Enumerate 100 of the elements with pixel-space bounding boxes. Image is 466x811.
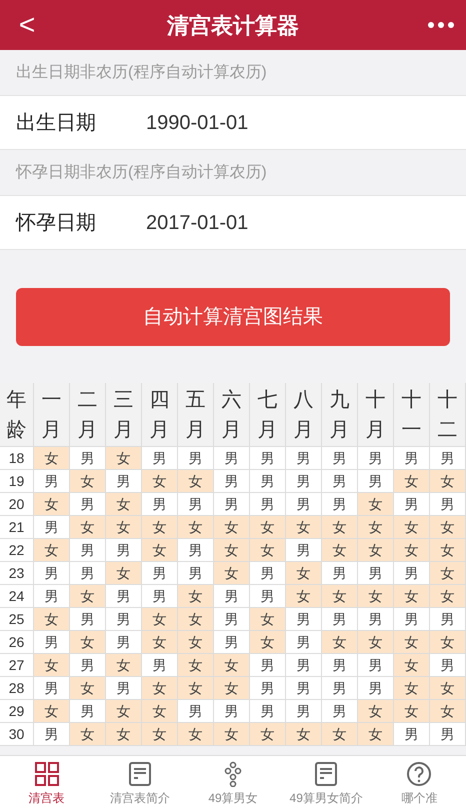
table-cell: 男 bbox=[214, 608, 250, 631]
table-cell: 男 bbox=[214, 470, 250, 493]
age-cell: 24 bbox=[0, 585, 34, 608]
column-header: 十月 bbox=[366, 388, 386, 442]
table-cell: 女 bbox=[106, 516, 142, 539]
column-header: 四月 bbox=[150, 388, 170, 442]
table-cell: 女 bbox=[322, 516, 358, 539]
table-cell: 男 bbox=[250, 700, 286, 723]
table-cell: 女 bbox=[250, 723, 286, 746]
table-cell: 男 bbox=[394, 723, 430, 746]
table-cell: 女 bbox=[358, 700, 394, 723]
table-cell: 女 bbox=[178, 677, 214, 700]
table-cell: 男 bbox=[106, 539, 142, 562]
table-cell: 男 bbox=[322, 700, 358, 723]
tab-item[interactable]: 清宫表 bbox=[0, 756, 94, 811]
tab-item[interactable]: 清宫表简介 bbox=[93, 756, 186, 811]
table-cell: 女 bbox=[70, 585, 106, 608]
table-cell: 女 bbox=[286, 562, 322, 585]
table-cell: 女 bbox=[178, 516, 214, 539]
table-cell: 男 bbox=[34, 562, 70, 585]
page-title: 清宫表计算器 bbox=[167, 12, 299, 40]
table-cell: 男 bbox=[322, 608, 358, 631]
table-cell: 女 bbox=[250, 516, 286, 539]
table-cell: 男 bbox=[358, 470, 394, 493]
table-cell: 女 bbox=[358, 585, 394, 608]
table-cell: 男 bbox=[250, 654, 286, 677]
field-label: 出生日期 bbox=[16, 110, 97, 136]
table-cell: 男 bbox=[286, 654, 322, 677]
table-cell: 男 bbox=[430, 608, 466, 631]
table-cell: 男 bbox=[142, 447, 178, 470]
tab-item[interactable]: 49算男女 bbox=[186, 756, 280, 811]
table-cell: 女 bbox=[34, 608, 70, 631]
field-label: 怀孕日期 bbox=[16, 210, 97, 236]
table-cell: 男 bbox=[142, 493, 178, 516]
table-cell: 男 bbox=[70, 539, 106, 562]
tab-item[interactable]: 哪个准 bbox=[372, 756, 466, 811]
table-cell: 男 bbox=[142, 585, 178, 608]
column-header: 十二 bbox=[438, 388, 458, 442]
table-cell: 男 bbox=[178, 539, 214, 562]
date-field[interactable]: 出生日期 1990-01-01 bbox=[0, 95, 466, 150]
table-cell: 男 bbox=[34, 516, 70, 539]
age-cell: 23 bbox=[0, 562, 34, 585]
back-button[interactable]: < bbox=[12, 11, 42, 39]
age-cell: 29 bbox=[0, 700, 34, 723]
table-cell: 女 bbox=[106, 723, 142, 746]
table-cell: 男 bbox=[322, 562, 358, 585]
table-cell: 女 bbox=[142, 677, 178, 700]
table-cell: 男 bbox=[250, 677, 286, 700]
table-cell: 女 bbox=[106, 493, 142, 516]
table-cell: 男 bbox=[358, 608, 394, 631]
document-icon bbox=[313, 760, 340, 786]
section-note: 怀孕日期非农历(程序自动计算农历) bbox=[14, 162, 268, 182]
table-cell: 男 bbox=[286, 539, 322, 562]
table-cell: 女 bbox=[430, 585, 466, 608]
table-cell: 男 bbox=[142, 562, 178, 585]
age-cell: 19 bbox=[0, 470, 34, 493]
age-cell: 27 bbox=[0, 654, 34, 677]
table-cell: 男 bbox=[358, 677, 394, 700]
table-cell: 男 bbox=[322, 447, 358, 470]
table-cell: 女 bbox=[70, 470, 106, 493]
table-cell: 女 bbox=[250, 608, 286, 631]
table-cell: 女 bbox=[394, 539, 430, 562]
column-header: 二月 bbox=[78, 388, 98, 442]
date-field[interactable]: 怀孕日期 2017-01-01 bbox=[0, 195, 466, 250]
table-cell: 女 bbox=[178, 608, 214, 631]
tab-item[interactable]: 49算男女简介 bbox=[280, 756, 373, 811]
table-cell: 男 bbox=[430, 654, 466, 677]
table-cell: 男 bbox=[142, 654, 178, 677]
table-cell: 男 bbox=[394, 493, 430, 516]
table-cell: 女 bbox=[106, 654, 142, 677]
age-cell: 26 bbox=[0, 631, 34, 654]
table-cell: 女 bbox=[358, 631, 394, 654]
table-cell: 男 bbox=[250, 447, 286, 470]
table-cell: 女 bbox=[394, 516, 430, 539]
table-cell: 男 bbox=[34, 723, 70, 746]
column-header: 七月 bbox=[258, 388, 278, 442]
table-cell: 女 bbox=[214, 654, 250, 677]
table-cell: 女 bbox=[178, 723, 214, 746]
table-cell: 女 bbox=[430, 539, 466, 562]
table-cell: 男 bbox=[178, 562, 214, 585]
table-cell: 女 bbox=[214, 677, 250, 700]
table-cell: 男 bbox=[70, 700, 106, 723]
table-cell: 女 bbox=[394, 700, 430, 723]
document-icon bbox=[126, 760, 153, 786]
table-cell: 男 bbox=[34, 631, 70, 654]
age-cell: 25 bbox=[0, 608, 34, 631]
table-cell: 女 bbox=[142, 723, 178, 746]
table-cell: 男 bbox=[286, 493, 322, 516]
section-note: 出生日期非农历(程序自动计算农历) bbox=[15, 62, 268, 82]
table-cell: 男 bbox=[250, 585, 286, 608]
table-cell: 女 bbox=[394, 631, 430, 654]
table-cell: 女 bbox=[34, 493, 70, 516]
calculate-button[interactable]: 自动计算清宫图结果 bbox=[16, 288, 450, 346]
table-cell: 男 bbox=[286, 700, 322, 723]
table-cell: 女 bbox=[70, 677, 106, 700]
age-cell: 21 bbox=[0, 516, 34, 539]
table-cell: 女 bbox=[214, 516, 250, 539]
table-cell: 男 bbox=[34, 585, 70, 608]
column-header: 八月 bbox=[294, 388, 314, 442]
table-cell: 男 bbox=[106, 677, 142, 700]
